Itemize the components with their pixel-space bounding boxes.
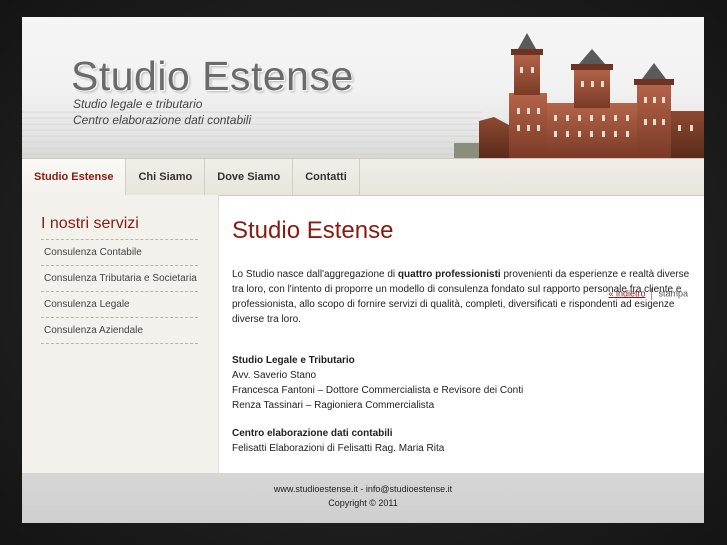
site-header: Studio Estense Studio legale e tributari… bbox=[22, 17, 704, 158]
main-nav: Studio Estense Chi Siamo Dove Siamo Cont… bbox=[22, 158, 704, 196]
site-logo-title[interactable]: Studio Estense bbox=[71, 53, 354, 100]
sidebar-item-consulenza-tributaria[interactable]: Consulenza Tributaria e Societaria bbox=[44, 273, 197, 284]
nav-tab-dove-siamo[interactable]: Dove Siamo bbox=[205, 159, 294, 195]
site-subtitle-data-center: Centro elaborazione dati contabili bbox=[73, 113, 252, 127]
print-link[interactable]: stampa bbox=[658, 288, 688, 298]
section-legal-line: Francesca Fantoni – Dottore Commercialis… bbox=[232, 385, 524, 396]
nav-tab-chi-siamo[interactable]: Chi Siamo bbox=[126, 159, 206, 195]
sidebar-item-consulenza-aziendale[interactable]: Consulenza Aziendale bbox=[44, 325, 143, 336]
sidebar-item-consulenza-legale[interactable]: Consulenza Legale bbox=[44, 299, 130, 310]
footer-contact[interactable]: www.studioestense.it - info@studioestens… bbox=[22, 484, 704, 494]
sidebar: I nostri servizi Consulenza Contabile Co… bbox=[22, 195, 219, 473]
intro-text-bold: quattro professionisti bbox=[397, 269, 501, 280]
footer-copyright: Copyright © 2011 bbox=[328, 498, 398, 508]
sidebar-divider bbox=[41, 291, 198, 292]
site-subtitle-legal: Studio legale e tributario bbox=[73, 97, 203, 111]
intro-text-before: Lo Studio nasce dall'aggregazione di bbox=[232, 269, 398, 280]
section-data-title: Centro elaborazione dati contabili bbox=[232, 428, 393, 439]
page: Studio Estense Studio legale e tributari… bbox=[22, 17, 704, 523]
section-legal-line: Renza Tassinari – Ragioniera Commerciali… bbox=[232, 400, 435, 411]
section-data-line: Felisatti Elaborazioni di Felisatti Rag.… bbox=[232, 443, 445, 454]
link-separator bbox=[651, 288, 653, 300]
nav-tab-studio-estense[interactable]: Studio Estense bbox=[22, 159, 127, 195]
sidebar-heading: I nostri servizi bbox=[41, 215, 139, 232]
page-links: « indietro stampa bbox=[608, 288, 688, 300]
section-legal-line: Avv. Saverio Stano bbox=[232, 370, 317, 381]
sidebar-divider bbox=[41, 317, 198, 318]
nav-tab-contatti[interactable]: Contatti bbox=[293, 159, 360, 195]
sidebar-divider bbox=[41, 265, 198, 266]
back-link[interactable]: « indietro bbox=[608, 288, 645, 298]
sidebar-divider bbox=[41, 343, 198, 344]
sidebar-item-consulenza-contabile[interactable]: Consulenza Contabile bbox=[44, 247, 142, 258]
site-footer: www.studioestense.it - info@studioestens… bbox=[22, 473, 704, 523]
sidebar-divider bbox=[41, 239, 198, 240]
page-title: Studio Estense bbox=[232, 217, 394, 244]
castle-image bbox=[454, 33, 704, 158]
section-legal-title: Studio Legale e Tributario bbox=[232, 355, 355, 366]
